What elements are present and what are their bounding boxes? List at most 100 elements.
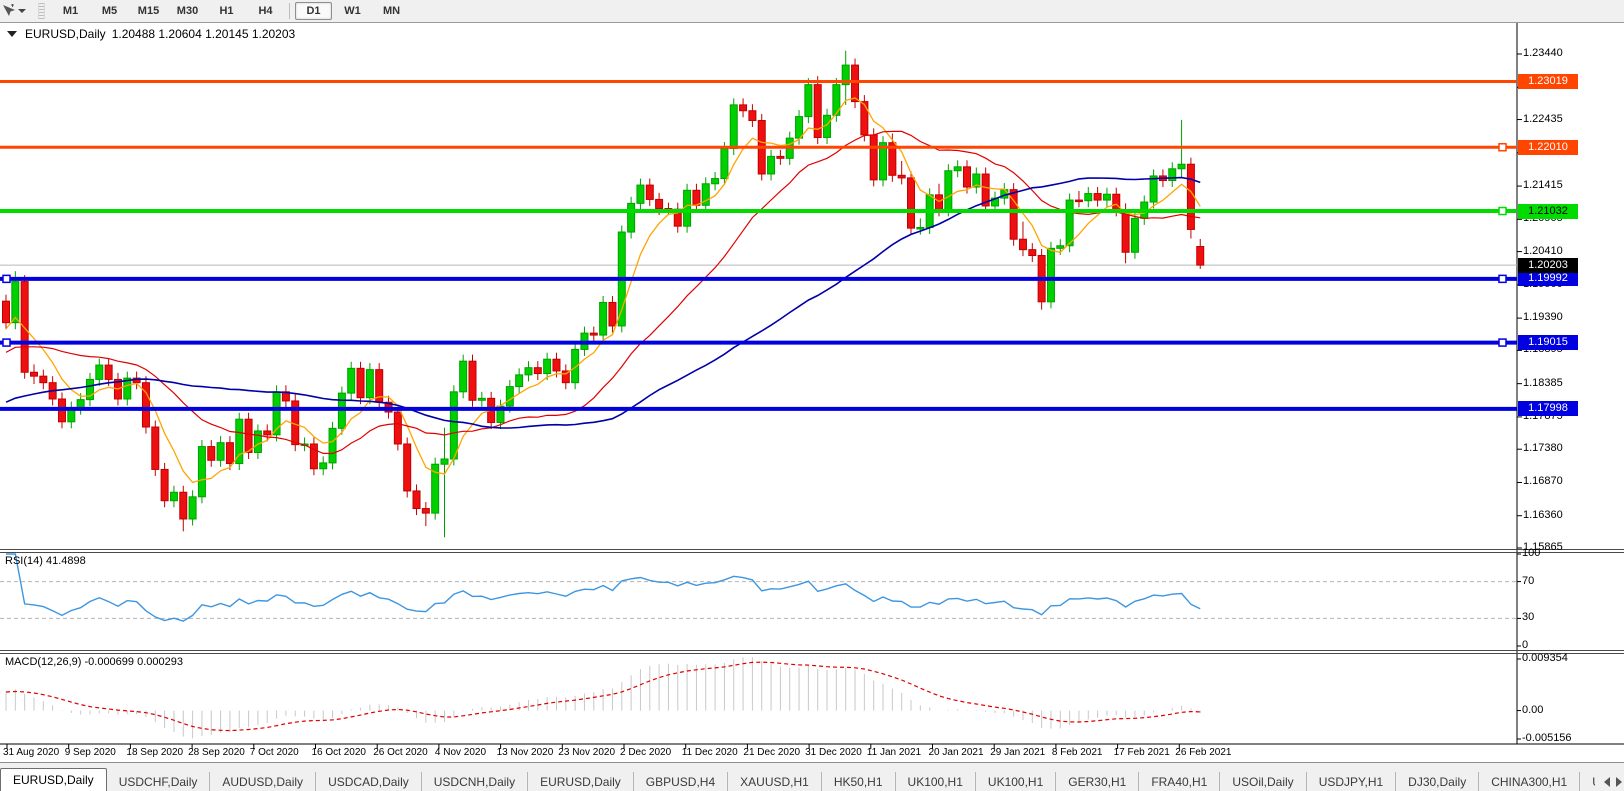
macd-name: MACD(12,26,9) [5,656,81,668]
price-level-badge: 1.19992 [1518,271,1578,286]
candle-body [394,412,401,444]
candle-body [3,301,10,323]
candle-body [422,509,429,514]
candle-body [170,492,177,500]
price-level-badge: 1.22010 [1518,140,1578,155]
chart-area[interactable]: EURUSD,Daily 1.20488 1.20604 1.20145 1.2… [0,22,1624,762]
macd-axis-label: -0.005156 [1522,732,1572,744]
candle-body [21,282,28,373]
candle-body [852,65,859,102]
symbol-tab-eurusd-daily[interactable]: EURUSD,Daily [0,768,107,791]
symbol-tab-gbpusd-h4[interactable]: GBPUSD,H4 [633,772,727,791]
price-tick-label: 1.23440 [1523,47,1563,59]
timeframe-button-M15[interactable]: M15 [130,2,167,20]
chart-title: EURUSD,Daily 1.20488 1.20604 1.20145 1.2… [7,27,295,41]
candle-body [693,190,700,205]
date-axis-label: 8 Feb 2021 [1052,747,1103,758]
chart-ohlc-values: 1.20488 1.20604 1.20145 1.20203 [112,27,296,41]
candle-body [506,387,513,407]
symbol-tab-audusd-daily[interactable]: AUDUSD,Daily [209,772,315,791]
price-tick-label: 1.22435 [1523,113,1563,125]
candle-body [637,185,644,203]
line-handle-right[interactable] [1499,208,1506,215]
line-handle-right[interactable] [1499,275,1506,282]
candle-body [544,359,551,373]
symbol-tab-eurusd-daily[interactable]: EURUSD,Daily [527,772,633,791]
line-handle-right[interactable] [1499,339,1506,346]
crosshair-glyph [2,4,15,18]
candle-body [441,459,448,464]
current-price-badge: 1.20203 [1518,258,1578,273]
date-axis-label: 11 Dec 2020 [682,747,738,758]
candle-body [525,368,532,375]
line-handle-right[interactable] [1499,144,1506,151]
candle-body [1047,248,1054,301]
timeframe-button-H4[interactable]: H4 [247,2,284,20]
timeframe-button-M1[interactable]: M1 [52,2,89,20]
candle-body [600,302,607,335]
toolbar-grip-handle[interactable] [38,3,45,19]
candle-body [936,195,943,210]
symbol-tab-dj30-daily[interactable]: DJ30,Daily [1395,772,1478,791]
symbol-tab-usdcad-daily[interactable]: USDCAD,Daily [315,772,421,791]
candle-body [198,447,205,497]
symbol-tab-usdcnh-daily[interactable]: USDCNH,Daily [421,772,527,791]
symbol-tab-xauusd-h1[interactable]: XAUUSD,H1 [727,772,821,791]
candle-body [768,156,775,174]
timeframe-button-M30[interactable]: M30 [169,2,206,20]
candle-body [1150,176,1157,202]
candle-body [208,447,215,461]
crosshair-tool-icon[interactable] [0,1,30,21]
symbol-tab-hk50-h1[interactable]: HK50,H1 [821,772,895,791]
candle-body [460,361,467,392]
symbol-tab-china300-h1[interactable]: CHINA300,H1 [1478,772,1579,791]
candle-body [217,443,224,461]
candle-body [189,497,196,519]
line-handle-left[interactable] [3,339,10,346]
timeframe-button-MN[interactable]: MN [373,2,410,20]
symbol-tab-uk100-h1[interactable]: UK100,H1 [895,772,975,791]
price-level-badge: 1.23019 [1518,74,1578,89]
chart-menu-caret-icon[interactable] [7,31,17,37]
candle-body [254,431,261,453]
date-axis-label: 31 Aug 2020 [3,747,59,758]
timeframe-button-W1[interactable]: W1 [334,2,371,20]
candle-body [264,431,271,435]
symbol-tab-usdchf-daily[interactable]: USDCHF,Daily [107,772,210,791]
date-axis-label: 26 Oct 2020 [373,747,427,758]
tab-scroll-right-icon[interactable] [1616,777,1622,787]
rsi-indicator-label: RSI(14) 41.4898 [5,555,86,567]
tab-scroll-left-icon[interactable] [1604,777,1610,787]
candle-body [796,117,803,139]
date-axis-label: 13 Nov 2020 [497,747,554,758]
candle-body [96,365,103,379]
date-axis-label: 4 Nov 2020 [435,747,486,758]
candle-body [366,370,373,398]
symbol-tab-uk100-h1[interactable]: UK100,H1 [975,772,1055,791]
date-axis-label: 7 Oct 2020 [250,747,299,758]
date-axis-label: 31 Dec 2020 [805,747,862,758]
candle-body [908,178,915,228]
rsi-axis-label: 30 [1522,611,1534,623]
symbol-tab-usdjpy-h1[interactable]: USDJPY,H1 [1306,772,1395,791]
price-level-badge: 1.19015 [1518,335,1578,350]
tool-dropdown-caret-icon[interactable] [18,9,26,13]
price-level-badge: 1.17998 [1518,401,1578,416]
timeframe-button-H1[interactable]: H1 [208,2,245,20]
timeframe-button-M5[interactable]: M5 [91,2,128,20]
candle-body [945,171,952,210]
mt4-terminal: M1M5M15M30H1H4 D1W1MN EURUSD,Daily 1.2048… [0,0,1624,791]
candle-body [1131,218,1138,252]
line-handle-left[interactable] [3,275,10,282]
timeframe-button-D1[interactable]: D1 [295,2,332,20]
date-axis-label: 21 Dec 2020 [743,747,800,758]
symbol-tab-usoil-[interactable]: USOil, [1579,772,1595,791]
candle-body [357,368,364,397]
symbol-tab-ger30-h1[interactable]: GER30,H1 [1055,772,1138,791]
candle-body [628,203,635,232]
date-axis-label: 20 Jan 2021 [929,747,984,758]
symbol-tab-fra40-h1[interactable]: FRA40,H1 [1138,772,1219,791]
symbol-tabs: EURUSD,DailyUSDCHF,DailyAUDUSD,DailyUSDC… [0,768,1595,791]
candle-body [646,185,653,199]
symbol-tab-usoil-daily[interactable]: USOil,Daily [1219,772,1305,791]
